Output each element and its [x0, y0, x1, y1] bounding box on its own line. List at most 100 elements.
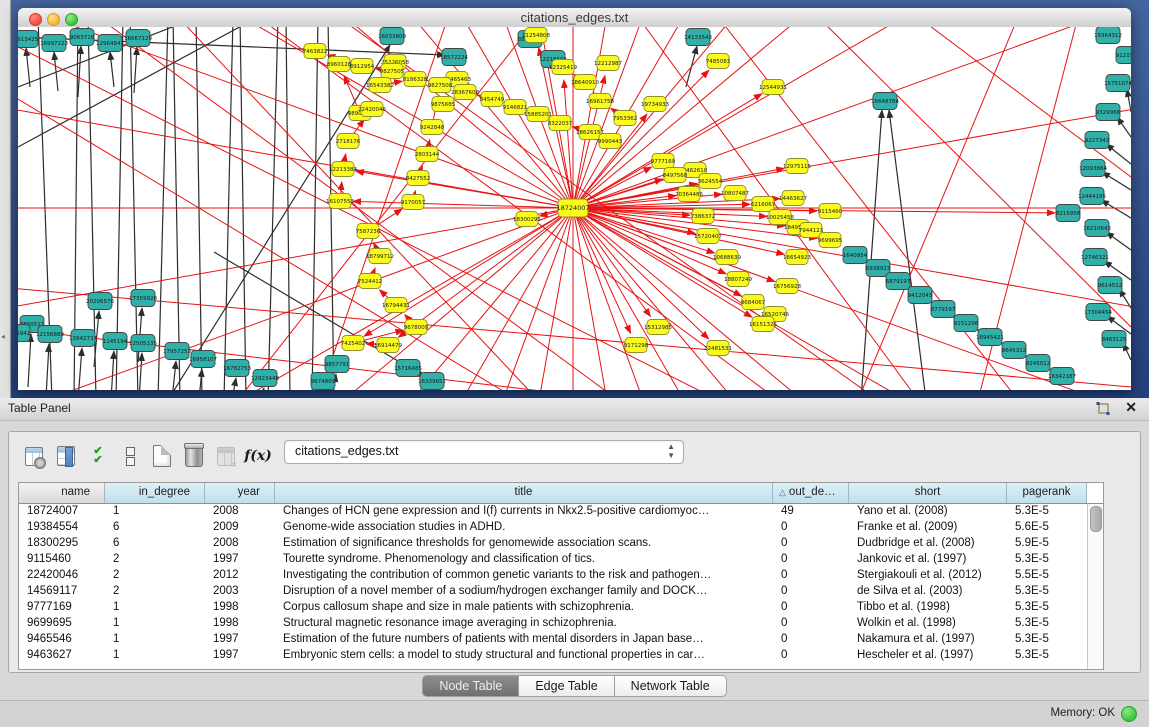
network-node-teal[interactable]: 9329966: [1096, 104, 1121, 121]
network-node-yellow[interactable]: 2718176: [336, 134, 361, 149]
network-node-yellow[interactable]: 10688639: [713, 250, 741, 265]
network-node-teal[interactable]: 9674809: [311, 373, 336, 390]
table-row[interactable]: 1830029562008Estimation of significance …: [19, 536, 1087, 552]
network-node-teal[interactable]: 12444195: [1078, 188, 1106, 205]
network-node-teal[interactable]: 9151298: [954, 315, 979, 332]
network-node-teal[interactable]: 16033809: [378, 28, 406, 45]
network-node-teal[interactable]: 9245012: [1026, 355, 1051, 372]
network-node-yellow[interactable]: 7425402: [341, 336, 366, 351]
network-node-teal[interactable]: 16342187: [1048, 368, 1076, 385]
network-node-yellow[interactable]: 12481531: [704, 341, 732, 356]
network-canvas[interactable]: 6613425169971239063718129648411666712916…: [18, 27, 1131, 390]
network-node-teal[interactable]: 20206576: [86, 293, 114, 310]
network-node-yellow[interactable]: 8960128: [327, 57, 352, 72]
table-mode-button[interactable]: [19, 441, 49, 471]
select-all-button[interactable]: ✔✔: [83, 441, 113, 471]
column-visibility-button[interactable]: [51, 441, 81, 471]
network-view-window[interactable]: citations_edges.txt 66134251699712390637…: [18, 8, 1131, 390]
network-node-yellow[interactable]: 18640910: [571, 75, 599, 90]
network-node-teal[interactable]: 9614512: [1098, 277, 1123, 294]
column-header-title[interactable]: title: [275, 483, 773, 503]
network-node-yellow[interactable]: 9170057: [401, 195, 426, 210]
column-header-name[interactable]: name: [19, 483, 105, 503]
network-node-yellow[interactable]: 9242848: [420, 120, 445, 135]
side-splitter[interactable]: ◂: [0, 0, 11, 398]
network-node-yellow[interactable]: 9777169: [651, 154, 676, 169]
network-node-yellow[interactable]: 9875685: [431, 97, 456, 112]
network-node-yellow[interactable]: 9990443: [598, 134, 623, 149]
network-node-teal[interactable]: 16945421: [976, 329, 1004, 346]
network-node-teal[interactable]: 9857791: [325, 356, 350, 373]
function-builder-button[interactable]: f(x): [243, 441, 273, 471]
tab-network-table[interactable]: Network Table: [615, 675, 727, 697]
network-node-yellow[interactable]: 9115460: [818, 204, 843, 219]
network-node-teal[interactable]: 14133543: [684, 29, 712, 46]
network-node-yellow[interactable]: 2803144: [415, 147, 440, 162]
new-table-button[interactable]: [147, 441, 177, 471]
citation-network-graph[interactable]: 6613425169971239063718129648411666712916…: [18, 27, 1131, 390]
network-node-teal[interactable]: 12505135: [129, 335, 157, 352]
tab-edge-table[interactable]: Edge Table: [519, 675, 614, 697]
table-row[interactable]: 1938455462009Genome-wide association stu…: [19, 520, 1087, 536]
close-panel-icon[interactable]: ✕: [1125, 399, 1137, 416]
network-node-teal[interactable]: 12746321: [1081, 249, 1109, 266]
network-node-teal[interactable]: 16997123: [40, 35, 68, 52]
column-header-year[interactable]: year: [205, 483, 275, 503]
table-row[interactable]: 946554611997Estimation of the future num…: [19, 632, 1087, 648]
network-node-teal[interactable]: 18572224: [440, 49, 468, 66]
network-node-teal[interactable]: 16958107: [189, 351, 217, 368]
network-node-yellow[interactable]: 12544931: [759, 80, 787, 95]
network-node-yellow[interactable]: 20364486: [675, 187, 703, 202]
network-node-teal[interactable]: 15964312: [1094, 27, 1122, 44]
network-node-yellow[interactable]: 9827505: [380, 64, 405, 79]
network-node-yellow[interactable]: 16151325: [749, 317, 777, 332]
network-node-teal[interactable]: 17359928: [129, 290, 157, 307]
column-header-short[interactable]: short: [849, 483, 1007, 503]
network-node-yellow[interactable]: 7485083: [706, 54, 731, 69]
scrollbar-thumb[interactable]: [1090, 506, 1102, 532]
network-node-yellow[interactable]: 7953362: [613, 111, 638, 126]
network-node-teal[interactable]: 16210643: [1083, 220, 1111, 237]
network-node-yellow[interactable]: 16654923: [783, 250, 811, 265]
network-node-yellow[interactable]: 3624554: [698, 174, 723, 189]
float-panel-icon[interactable]: [1095, 401, 1111, 416]
network-node-yellow[interactable]: 12212987: [594, 56, 622, 71]
network-node-teal[interactable]: 16648784: [871, 93, 899, 110]
network-node-yellow[interactable]: 22420046: [358, 102, 386, 117]
table-row[interactable]: 2242004622012Investigating the contribut…: [19, 568, 1087, 584]
network-node-teal[interactable]: 17304454: [1084, 304, 1112, 321]
network-node-yellow[interactable]: 8497568: [663, 168, 688, 183]
network-node-teal[interactable]: 8463125: [1102, 331, 1127, 348]
table-row[interactable]: 911546021997Tourette syndrome. Phenomeno…: [19, 552, 1087, 568]
network-node-teal[interactable]: 15716485: [394, 360, 422, 377]
network-node-yellow[interactable]: 15312985: [644, 320, 672, 335]
network-node-yellow[interactable]: 28367608: [451, 85, 479, 100]
network-node-teal[interactable]: 9227342: [1085, 132, 1110, 149]
network-node-yellow[interactable]: 18300295: [513, 212, 541, 227]
network-node-teal[interactable]: 16339651: [418, 373, 446, 390]
network-node-teal[interactable]: 1145194: [103, 333, 128, 350]
network-node-yellow[interactable]: 7386372: [691, 209, 716, 224]
network-node-teal[interactable]: 17957253: [163, 343, 191, 360]
network-node-yellow[interactable]: 19734933: [641, 97, 669, 112]
network-node-yellow[interactable]: 9684067: [741, 295, 766, 310]
network-node-teal[interactable]: 12964841: [96, 35, 124, 52]
network-node-yellow[interactable]: 18807249: [724, 272, 752, 287]
network-node-yellow[interactable]: 12325419: [549, 60, 577, 75]
network-node-teal[interactable]: 8215958: [1056, 205, 1081, 222]
network-node-yellow[interactable]: 9678009: [404, 320, 429, 335]
network-node-yellow[interactable]: 16914479: [374, 338, 402, 353]
network-node-teal[interactable]: 12923448: [251, 370, 279, 387]
network-node-yellow[interactable]: 7463822: [303, 44, 328, 59]
network-node-teal[interactable]: 9063718: [70, 29, 95, 46]
table-scrollbar[interactable]: [1087, 504, 1103, 669]
network-node-yellow[interactable]: 16543382: [366, 78, 394, 93]
table-row[interactable]: 977716911998Corpus callosum shape and si…: [19, 600, 1087, 616]
network-node-yellow[interactable]: 16756928: [773, 279, 801, 294]
table-select-dropdown[interactable]: citations_edges.txt ▲▼: [284, 440, 684, 464]
import-table-button[interactable]: [211, 441, 241, 471]
window-titlebar[interactable]: citations_edges.txt: [18, 8, 1131, 28]
network-node-yellow[interactable]: 12975115: [783, 159, 811, 174]
network-node-yellow[interactable]: 8186328: [403, 72, 428, 87]
network-node-yellow[interactable]: 8912954: [350, 59, 375, 74]
